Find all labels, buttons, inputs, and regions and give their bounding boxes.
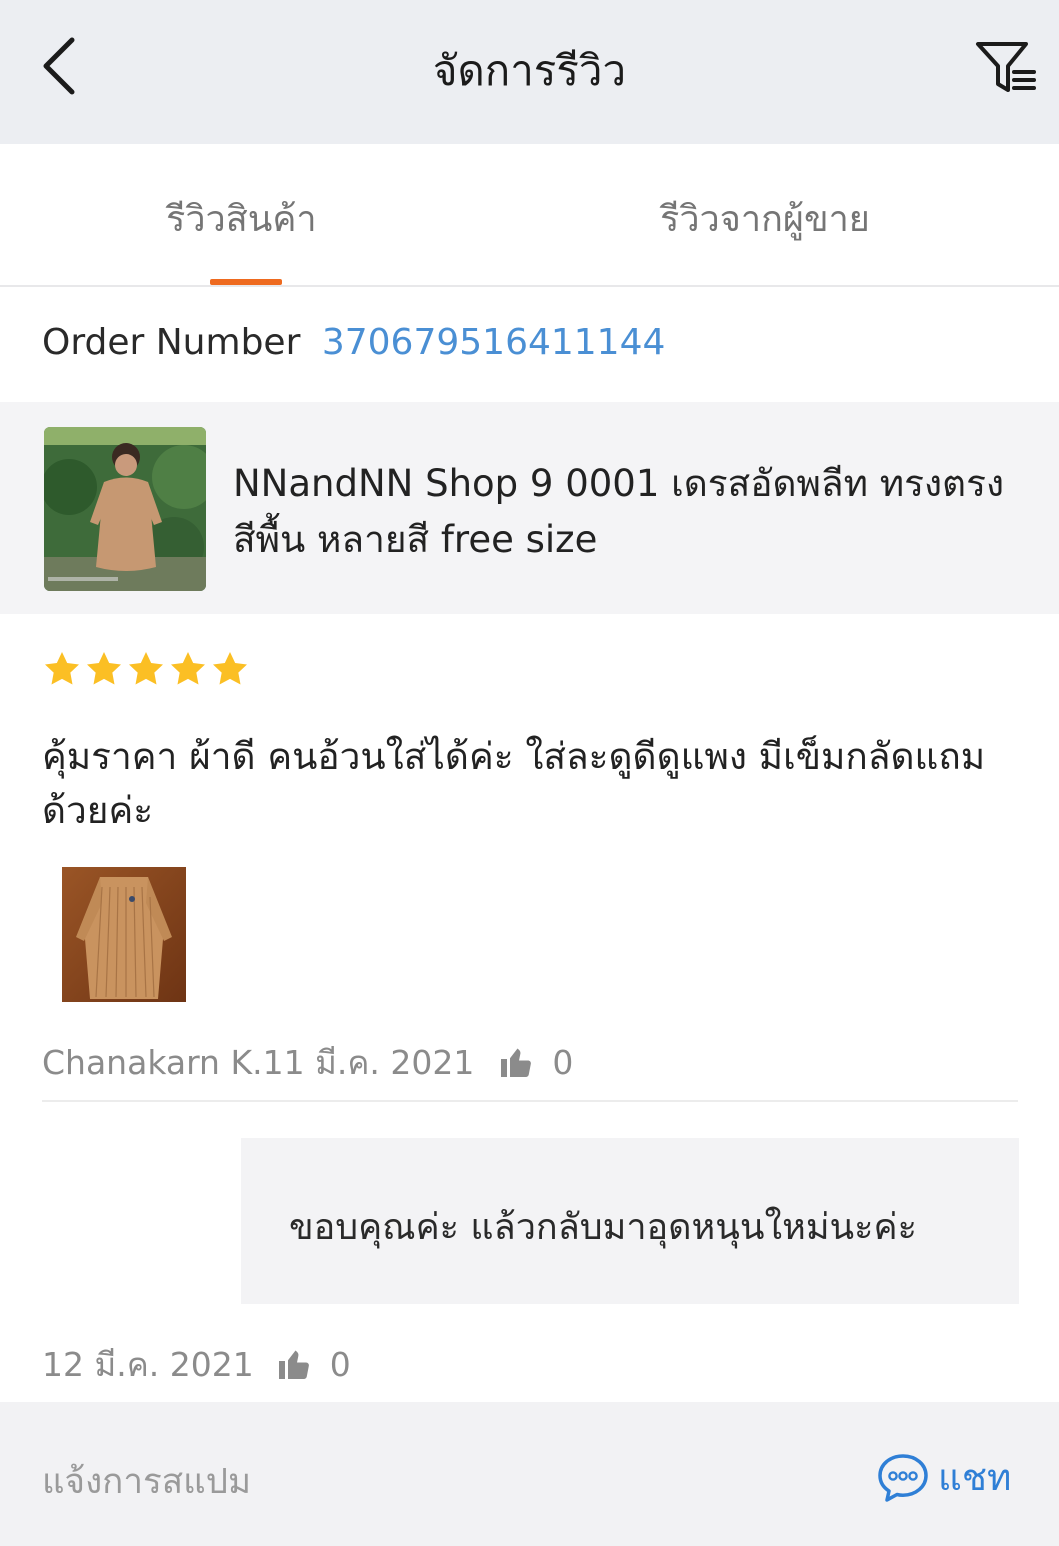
active-tab-indicator bbox=[210, 279, 282, 285]
tab-product-reviews[interactable]: รีวิวสินค้า bbox=[166, 190, 317, 247]
footer-bar: แจ้งการสแปม แชท bbox=[0, 1402, 1059, 1546]
seller-reply-text: ขอบคุณค่ะ แล้วกลับมาอุดหนุนใหม่นะค่ะ bbox=[289, 1207, 917, 1248]
order-number-row: Order Number 370679516411144 bbox=[42, 322, 665, 363]
rating-stars bbox=[42, 648, 250, 690]
star-icon bbox=[213, 652, 247, 685]
page-title: จัดการรีวิว bbox=[432, 46, 627, 95]
section-divider bbox=[42, 1100, 1018, 1102]
seller-reply-like-count: 0 bbox=[329, 1344, 351, 1384]
report-spam-button[interactable]: แจ้งการสแปม bbox=[42, 1454, 251, 1509]
chat-bubble-icon bbox=[878, 1453, 928, 1502]
product-name: NNandNN Shop 9 0001 เดรสอัดพลีท ทรงตรง ส… bbox=[233, 462, 1005, 561]
product-card[interactable]: NNandNN Shop 9 0001 เดรสอัดพลีท ทรงตรง ส… bbox=[0, 402, 1059, 614]
star-icon bbox=[87, 652, 121, 685]
tab-seller-reviews[interactable]: รีวิวจากผู้ขาย bbox=[660, 190, 870, 247]
filter-list-icon bbox=[976, 42, 1036, 92]
seller-reply-date: 12 มี.ค. 2021 bbox=[42, 1344, 254, 1384]
review-like-count: 0 bbox=[552, 1042, 574, 1082]
review-photo[interactable] bbox=[62, 867, 186, 1002]
order-number-link[interactable]: 370679516411144 bbox=[322, 322, 666, 363]
chat-button[interactable]: แชท bbox=[876, 1448, 1011, 1507]
review-tabs: รีวิวสินค้า รีวิวจากผู้ขาย bbox=[0, 144, 1059, 287]
review-meta: Chanakarn K.11 มี.ค. 2021 0 bbox=[42, 1040, 573, 1084]
review-author-date: Chanakarn K.11 มี.ค. 2021 bbox=[42, 1042, 475, 1082]
thumbs-up-icon[interactable] bbox=[498, 1044, 534, 1080]
chat-label: แชท bbox=[938, 1456, 1012, 1499]
order-number-label: Order Number bbox=[42, 322, 301, 363]
product-thumbnail bbox=[44, 427, 206, 591]
seller-reply-box: ขอบคุณค่ะ แล้วกลับมาอุดหนุนใหม่นะค่ะ bbox=[241, 1138, 1019, 1304]
star-icon bbox=[129, 652, 163, 685]
thumbs-up-icon[interactable] bbox=[276, 1346, 312, 1382]
review-text: คุ้มราคา ผ้าดี คนอ้วนใส่ได้ค่ะ ใส่ละดูดี… bbox=[42, 735, 986, 832]
star-icon bbox=[171, 652, 205, 685]
star-icon bbox=[45, 652, 79, 685]
seller-reply-meta: 12 มี.ค. 2021 0 bbox=[42, 1342, 351, 1386]
filter-button[interactable] bbox=[970, 32, 1040, 100]
header-bar: จัดการรีวิว bbox=[0, 0, 1059, 144]
